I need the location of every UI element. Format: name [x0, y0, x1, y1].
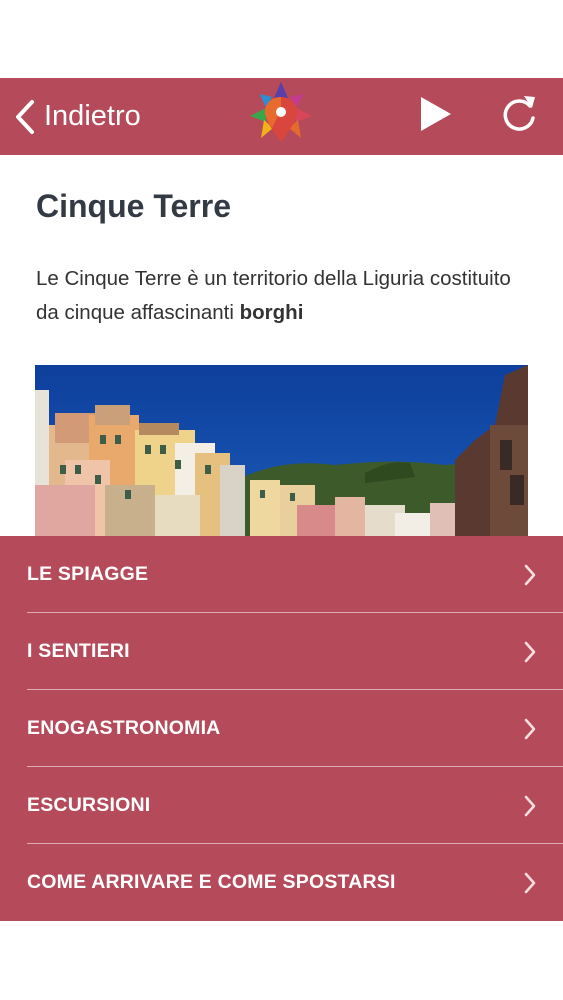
menu-list: LE SPIAGGE I SENTIERI ENOGASTRONOMIA ESC… — [0, 536, 563, 921]
chevron-right-icon — [524, 718, 536, 740]
menu-item-spiagge[interactable]: LE SPIAGGE — [0, 536, 563, 613]
chevron-left-icon — [16, 99, 34, 134]
menu-item-label: ESCURSIONI — [27, 794, 151, 816]
menu-item-label: ENOGASTRONOMIA — [27, 717, 221, 739]
play-icon[interactable] — [418, 94, 454, 134]
app-logo-icon — [250, 82, 312, 142]
menu-item-label: I SENTIERI — [27, 640, 130, 662]
back-button[interactable]: Indietro — [14, 78, 141, 155]
menu-item-sentieri[interactable]: I SENTIERI — [0, 613, 563, 690]
reload-icon[interactable] — [498, 92, 540, 136]
menu-item-label: LE SPIAGGE — [27, 563, 149, 585]
chevron-right-icon — [524, 564, 536, 586]
chevron-right-icon — [524, 641, 536, 663]
menu-item-escursioni[interactable]: ESCURSIONI — [0, 767, 563, 844]
page-title: Cinque Terre — [36, 188, 231, 224]
page-description: Le Cinque Terre è un territorio della Li… — [36, 262, 526, 330]
menu-item-enogastronomia[interactable]: ENOGASTRONOMIA — [0, 690, 563, 767]
back-label: Indietro — [44, 100, 141, 132]
menu-item-come-arrivare[interactable]: COME ARRIVARE E COME SPOSTARSI — [0, 844, 563, 921]
chevron-right-icon — [524, 872, 536, 894]
cinque-terre-photo — [35, 365, 528, 537]
menu-item-label: COME ARRIVARE E COME SPOSTARSI — [27, 871, 396, 893]
chevron-right-icon — [524, 795, 536, 817]
description-bold: borghi — [239, 301, 304, 324]
